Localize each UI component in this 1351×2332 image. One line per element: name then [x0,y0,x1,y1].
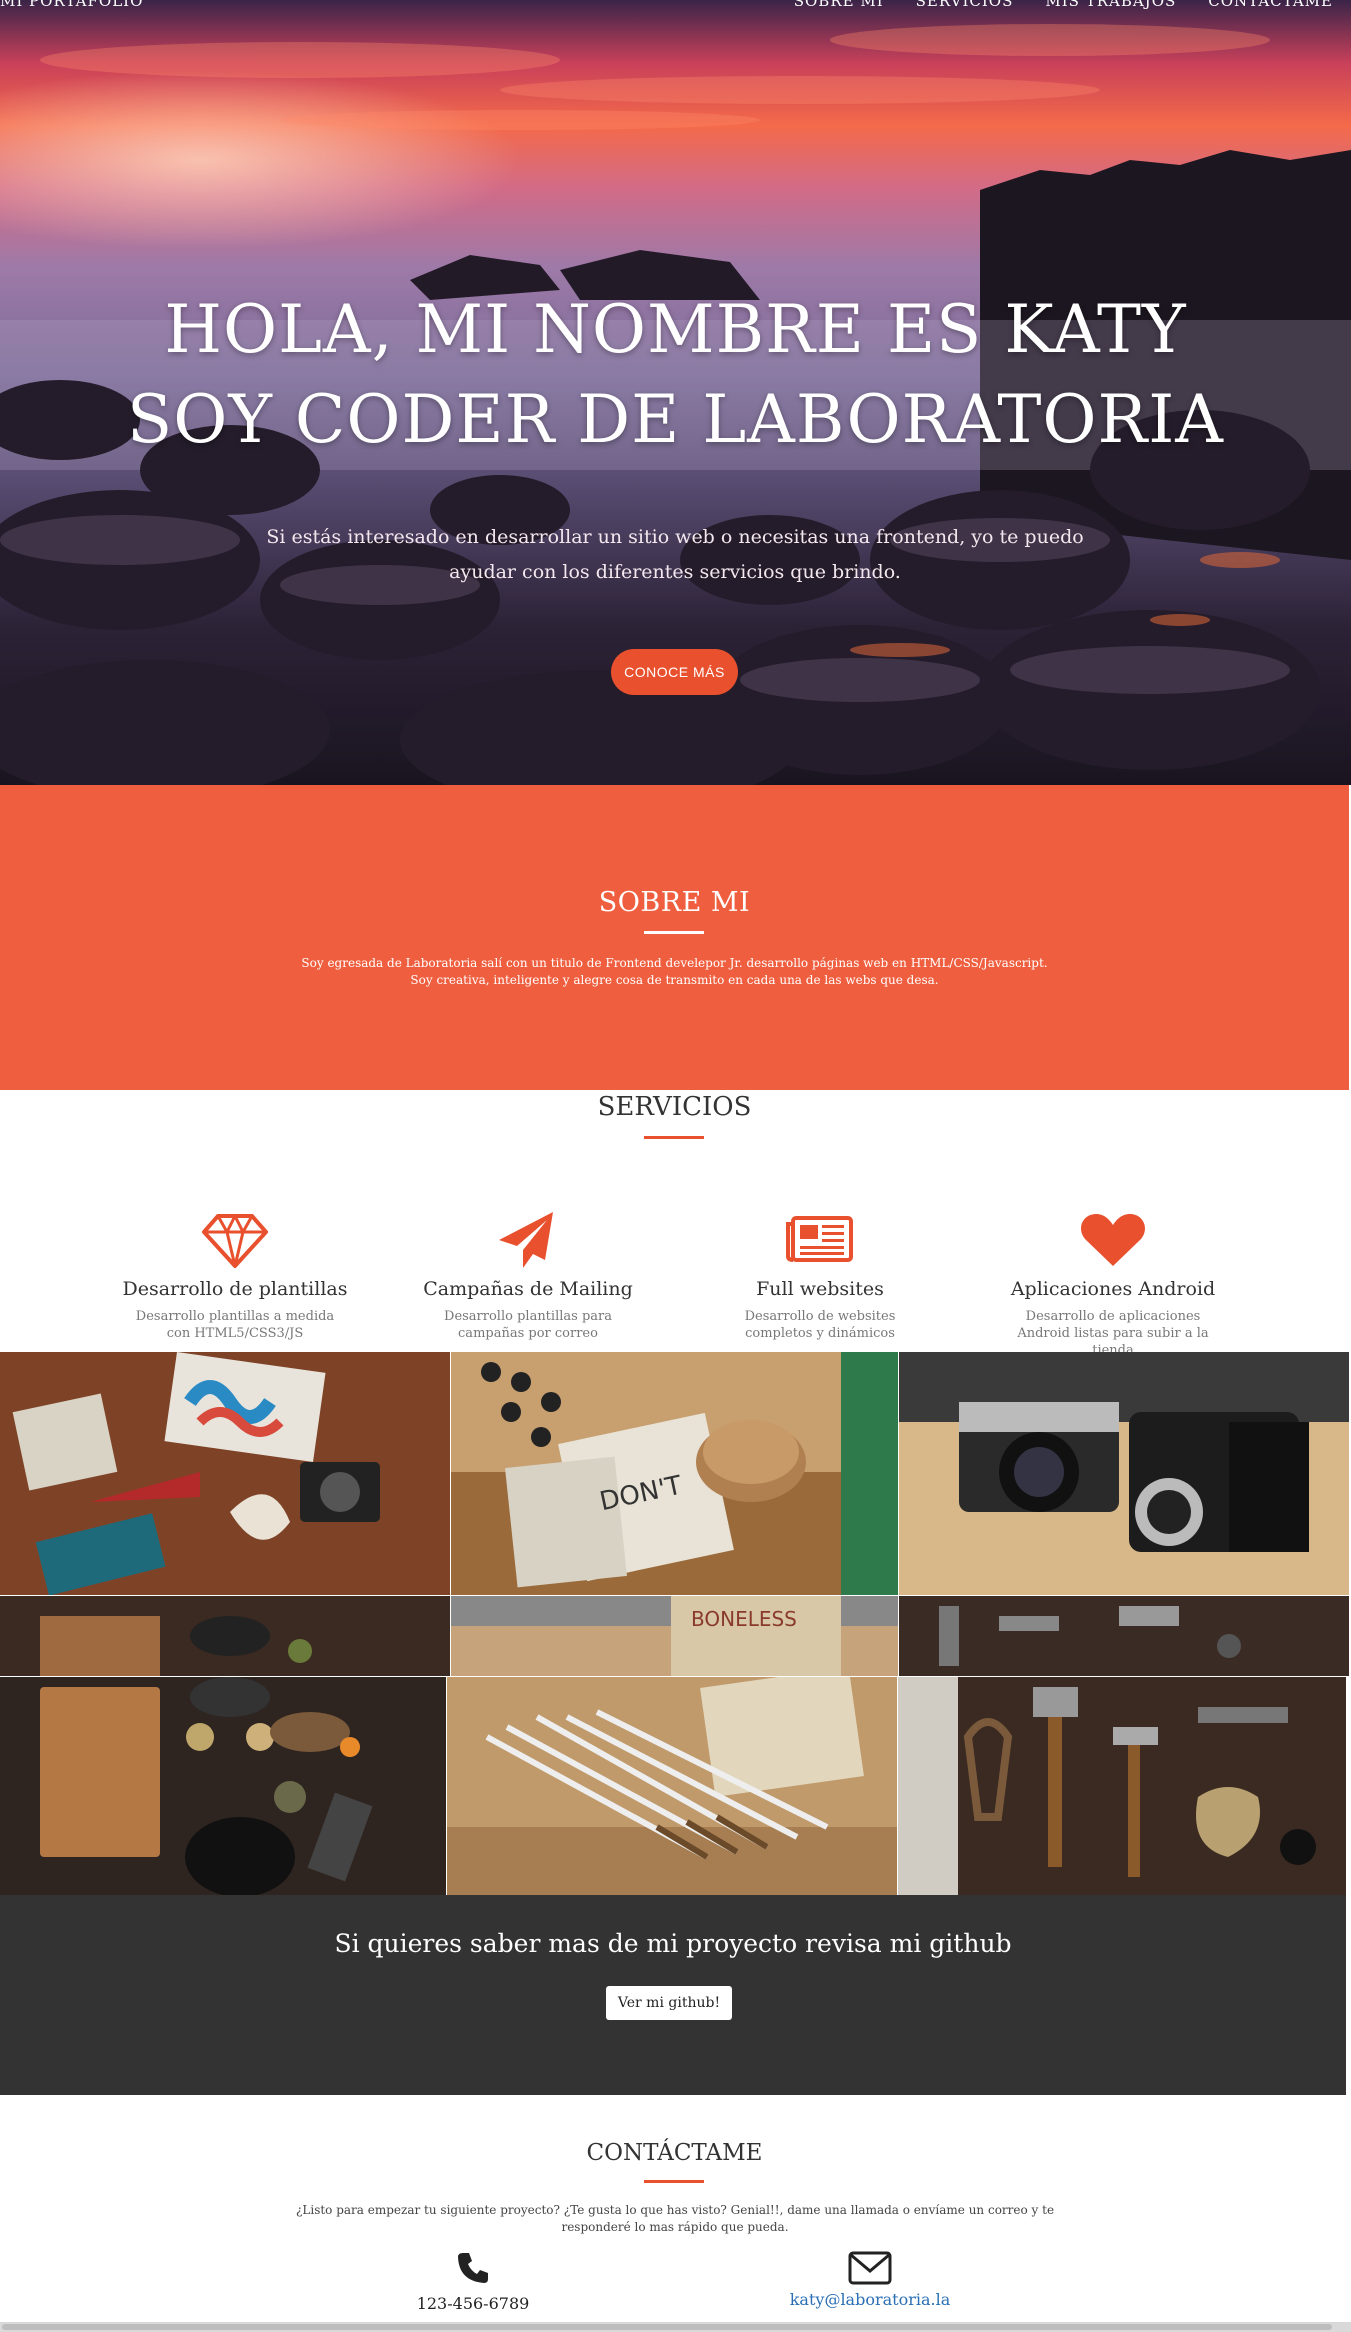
portfolio-image-kitchen[interactable] [0,1677,446,1895]
email-link[interactable]: katy@laboratoria.la [790,2290,951,2309]
about-text-line2: Soy creativa, inteligente y alegre cosa … [410,973,939,987]
contact-text: ¿Listo para empezar tu siguiente proyect… [295,2203,1055,2234]
service-title: Full websites [756,1278,884,1300]
top-navbar: MI PORTAFOLIO SOBRE MI SERVICIOS MIS TRA… [0,0,1351,18]
conoce-mas-button[interactable]: CONOCE MÁS [611,649,738,695]
contact-title: CONTÁCTAME [586,2140,763,2166]
hero-title-line2: SOY CODER DE LABORATORIA [127,381,1224,458]
about-text-line1: Soy egresada de Laboratoria salí con un … [301,956,1048,970]
portfolio-image-kitchen-strip[interactable] [0,1596,450,1676]
ver-github-button[interactable]: Ver mi github! [606,1986,732,2020]
svg-text:BONELESS: BONELESS [691,1607,797,1631]
contact-email: katy@laboratoria.la [770,2250,970,2309]
contact-divider [644,2180,704,2183]
heart-icon [1078,1210,1148,1270]
portfolio-image-flatlay[interactable] [0,1352,450,1595]
github-section: Si quieres saber mas de mi proyecto revi… [0,1895,1346,2095]
service-item: Full websites Desarrollo de websites com… [700,1210,940,1342]
services-divider [644,1136,704,1139]
nav-link-servicios[interactable]: SERVICIOS [916,0,1014,10]
envelope-icon [770,2250,970,2290]
portfolio-image-tools-strip[interactable] [899,1596,1349,1676]
service-title: Campañas de Mailing [423,1278,633,1300]
phone-number[interactable]: 123-456-6789 [393,2294,553,2313]
nav-link-mis-trabajos[interactable]: MIS TRABAJOS [1045,0,1176,10]
service-title: Desarrollo de plantillas [122,1278,348,1300]
github-title: Si quieres saber mas de mi proyecto revi… [334,1929,1012,1958]
about-text: Soy egresada de Laboratoria salí con un … [0,955,1349,989]
hero-section: HOLA, MI NOMBRE ES KATY SOY CODER DE LAB… [0,0,1351,785]
about-divider [644,931,704,934]
service-title: Aplicaciones Android [1010,1278,1216,1300]
paper-plane-icon [493,1210,563,1270]
service-desc: Desarrollo plantillas para campañas por … [444,1309,612,1341]
phone-icon [393,2250,553,2290]
portfolio-image-tools[interactable] [898,1677,1346,1895]
portfolio-image-brushes-strip[interactable]: BONELESS [451,1596,898,1676]
about-title: SOBRE MI [598,887,751,918]
nav-link-sobre-mi[interactable]: SOBRE MI [794,0,884,10]
newspaper-icon [785,1210,855,1270]
hero-title: HOLA, MI NOMBRE ES KATY SOY CODER DE LAB… [0,285,1351,465]
nav-links: SOBRE MI SERVICIOS MIS TRABAJOS CONTÁCTA… [794,0,1333,10]
service-item: Campañas de Mailing Desarrollo plantilla… [408,1210,648,1342]
service-item: Aplicaciones Android Desarrollo de aplic… [993,1210,1233,1359]
hero-title-line1: HOLA, MI NOMBRE ES KATY [164,291,1187,368]
service-desc: Desarrollo de websites completos y dinám… [744,1309,896,1341]
about-section: SOBRE MI Soy egresada de Laboratoria sal… [0,785,1349,1090]
nav-link-contactame[interactable]: CONTÁCTAME [1208,0,1333,10]
scrollbar-thumb[interactable] [2,2324,1332,2330]
diamond-icon [200,1210,270,1270]
hero-subtitle: Si estás interesado en desarrollar un si… [266,526,1084,583]
service-desc: Desarrollo plantillas a medida con HTML5… [135,1309,335,1341]
portfolio-image-notebooks[interactable]: DON'T [451,1352,898,1595]
portfolio-image-brushes[interactable] [447,1677,897,1895]
brand-logo[interactable]: MI PORTAFOLIO [0,0,143,10]
services-title: SERVICIOS [597,1092,752,1122]
service-item: Desarrollo de plantillas Desarrollo plan… [115,1210,355,1342]
contact-phone: 123-456-6789 [393,2250,553,2313]
portfolio-image-cameras[interactable] [899,1352,1349,1595]
